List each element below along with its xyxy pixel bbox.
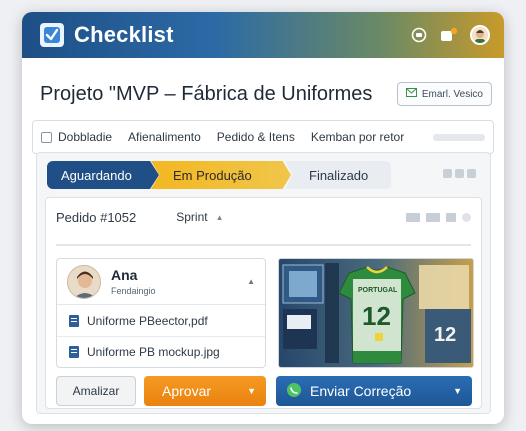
card-divider [56, 244, 471, 246]
stage-aguardando[interactable]: Aguardando [47, 161, 159, 189]
app-window: Checklist Projeto "MVP – Fábrica de Unif… [22, 12, 504, 424]
checklist-logo-icon [40, 23, 64, 47]
menu-item-label: Pedido & Itens [216, 130, 295, 144]
whatsapp-icon [286, 382, 302, 401]
view-board-icon[interactable] [446, 212, 456, 222]
menu-item-dobbladie[interactable]: Dobbladie [41, 130, 112, 144]
view-grid-icon[interactable] [426, 212, 440, 222]
menu-item-label: Dobbladie [58, 130, 113, 144]
file-item[interactable]: Uniforme PBeector,pdf [57, 305, 265, 336]
chat-icon[interactable] [410, 26, 428, 44]
order-number: Pedido #1052 [56, 209, 137, 225]
analyze-button[interactable]: Amalizar [56, 376, 136, 406]
file-item[interactable]: Uniforme PB mockup.jpg [57, 336, 265, 367]
card-toolbar [406, 212, 471, 222]
chevron-down-icon[interactable]: ▼ [453, 386, 462, 396]
stage-finalizado[interactable]: Finalizado [285, 161, 391, 189]
approve-button[interactable]: Aprovar ▼ [144, 376, 266, 406]
menu-item-label: Afienalimento [128, 130, 201, 144]
assignee-role: Fendaingio [111, 286, 156, 296]
approve-button-label: Aprovar [162, 383, 212, 399]
send-correction-button[interactable]: Enviar Correção ▼ [276, 376, 472, 406]
user-avatar[interactable] [470, 25, 490, 45]
stage-em-producao[interactable]: Em Produção [151, 161, 291, 189]
poster-number: 12 [434, 324, 456, 346]
sprint-label: Sprint [176, 210, 208, 224]
email-button[interactable]: Emarl. Vesico [396, 82, 492, 106]
menu-item-kemban[interactable]: Kemban por retor [311, 130, 404, 144]
menu-item-label: Kemban por retor [310, 130, 405, 144]
collapse-icon[interactable]: ▲ [247, 277, 255, 286]
view-list-icon[interactable] [406, 212, 420, 222]
file-icon [69, 314, 79, 327]
app-title: Checklist [74, 22, 174, 47]
uniform-preview-image[interactable]: 12 PORTUGAL 12 [278, 258, 474, 368]
menu-scrollbar[interactable] [433, 133, 485, 141]
jersey-number: 12 [362, 301, 391, 331]
menu-item-pedido-itens[interactable]: Pedido & Itens [217, 130, 295, 144]
assignee-panel: Ana Fendaingio ▲ Uniforme PBeector,pdf U… [56, 258, 266, 368]
status-dot-icon [462, 212, 471, 222]
title-bar: Checklist [22, 12, 504, 58]
more-options-icon[interactable] [443, 169, 476, 178]
assignee-avatar [67, 264, 101, 299]
email-button-label: Emarl. Vesico [421, 88, 483, 100]
send-correction-label: Enviar Correção [310, 383, 412, 399]
mail-icon [405, 88, 417, 100]
menu-checkbox[interactable] [41, 131, 52, 143]
sprint-selector[interactable]: Sprint ▲ [176, 210, 223, 224]
file-name: Uniforme PBeector,pdf [87, 313, 208, 328]
sort-caret-icon: ▲ [215, 212, 224, 222]
file-name: Uniforme PB mockup.jpg [87, 345, 220, 359]
stage-progress: Aguardando Em Produção Finalizado [47, 161, 391, 189]
action-bar: Amalizar Aprovar ▼ Enviar Correção ▼ [56, 376, 472, 406]
menu-bar: Dobbladie Afienalimento Pedido & Itens K… [32, 120, 494, 154]
notification-icon[interactable] [440, 26, 458, 44]
menu-item-afienalimento[interactable]: Afienalimento [128, 130, 201, 144]
assignee-header[interactable]: Ana Fendaingio ▲ [57, 259, 265, 305]
file-icon [69, 346, 79, 358]
chevron-down-icon[interactable]: ▼ [247, 386, 256, 396]
project-title: Projeto "MVP – Fábrica de Uniformes [40, 82, 373, 105]
jersey-text: PORTUGAL [358, 287, 398, 294]
order-card: Pedido #1052 Sprint ▲ Ana Fendaingio ▲ U… [45, 197, 482, 409]
workflow-board: Aguardando Em Produção Finalizado Pedido… [36, 152, 491, 414]
assignee-name: Ana [111, 267, 138, 283]
